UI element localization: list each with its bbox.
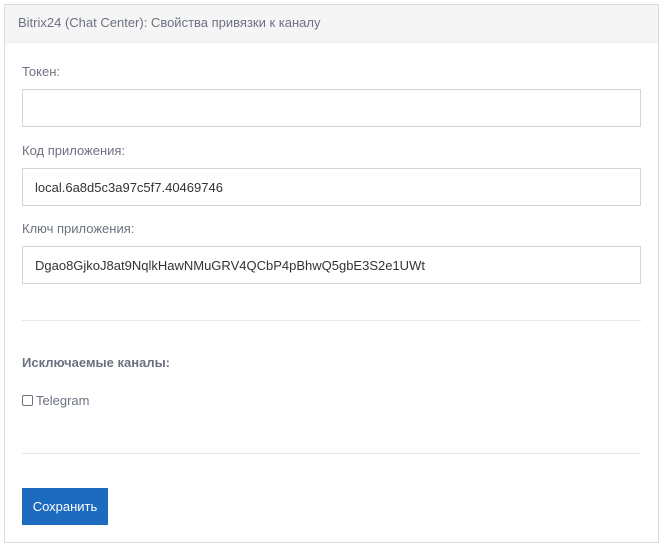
checkbox-icon[interactable] xyxy=(22,395,33,406)
channel-checkbox-label: Telegram xyxy=(36,393,90,408)
channel-binding-panel: Bitrix24 (Chat Center): Свойства привязк… xyxy=(4,4,659,543)
divider-top xyxy=(22,320,641,321)
save-button[interactable]: Сохранить xyxy=(22,488,108,525)
panel-title: Bitrix24 (Chat Center): Свойства привязк… xyxy=(5,5,658,43)
token-input[interactable] xyxy=(22,89,641,127)
app-code-input[interactable] xyxy=(22,168,641,206)
divider-bottom xyxy=(22,453,641,454)
app-key-input[interactable] xyxy=(22,246,641,284)
excluded-channels-title: Исключаемые каналы: xyxy=(22,355,171,370)
channel-checkbox-telegram[interactable]: Telegram xyxy=(22,393,89,408)
app-key-label: Ключ приложения: xyxy=(22,221,135,236)
token-label: Токен: xyxy=(22,64,61,79)
app-code-label: Код приложения: xyxy=(22,143,126,158)
